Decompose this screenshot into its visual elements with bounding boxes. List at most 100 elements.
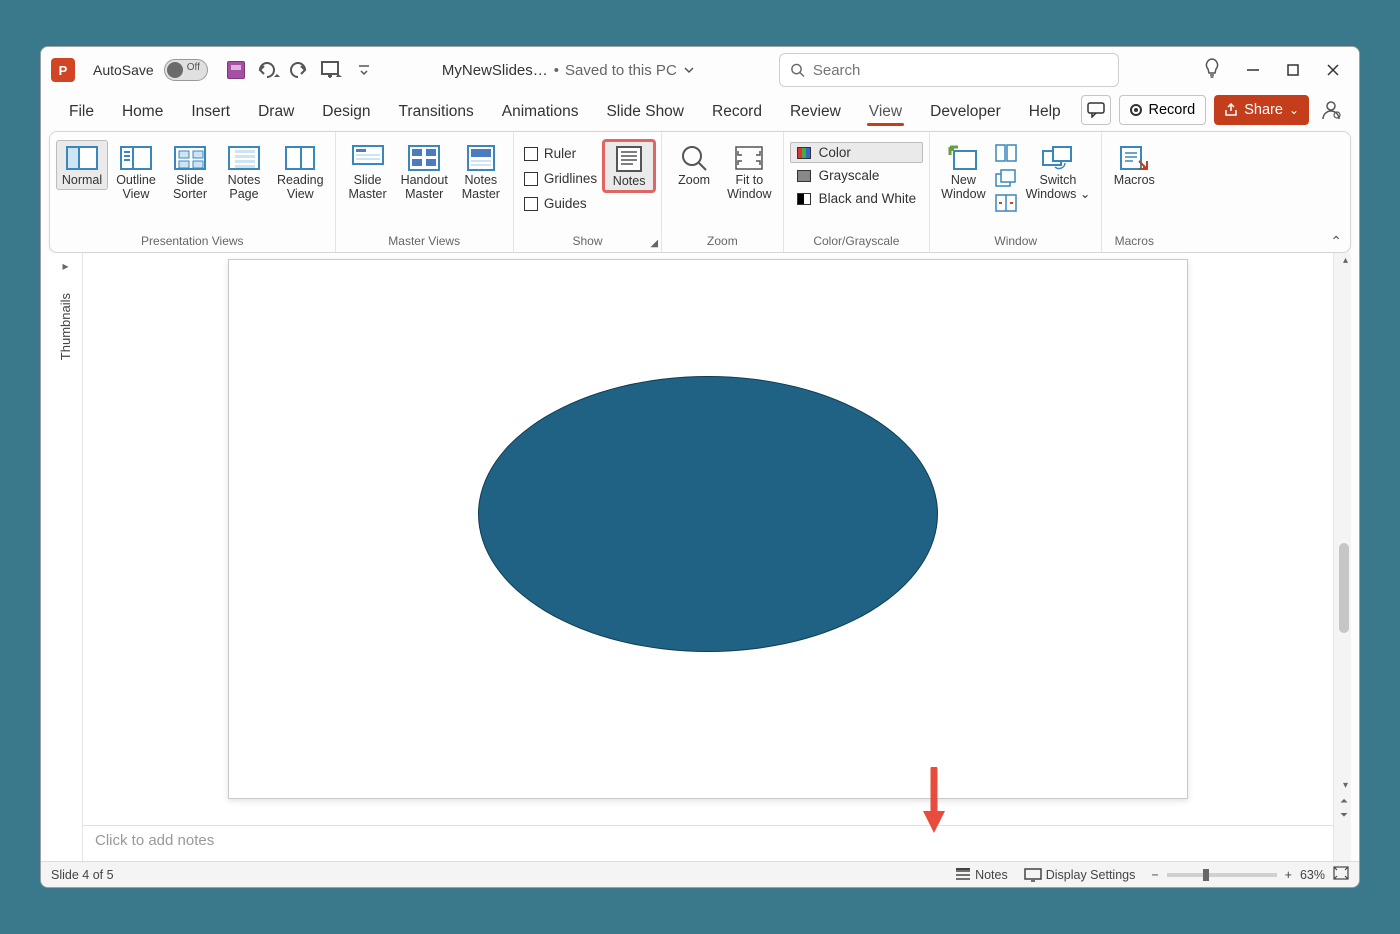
ellipse-shape[interactable] [478, 376, 938, 652]
group-presentation-views: Normal OutlineView SlideSorter NotesPage… [50, 132, 336, 252]
zoom-percent[interactable]: 63% [1300, 868, 1325, 882]
tips-button[interactable] [1203, 58, 1221, 83]
color-swatch-icon [797, 147, 811, 159]
lightbulb-icon [1203, 58, 1221, 78]
save-button[interactable] [222, 56, 250, 84]
notes-button[interactable]: Notes [603, 140, 655, 192]
fit-window-icon [734, 145, 764, 171]
cascade-button[interactable] [995, 169, 1017, 192]
tab-review[interactable]: Review [776, 97, 855, 131]
checkbox-icon [524, 172, 538, 186]
gridlines-checkbox[interactable]: Gridlines [520, 167, 601, 190]
record-button[interactable]: Record [1119, 95, 1206, 125]
notes-master-button[interactable]: NotesMaster [455, 140, 507, 204]
tab-animations[interactable]: Animations [488, 97, 593, 131]
outline-view-icon [120, 146, 152, 170]
zoom-icon [680, 144, 708, 172]
close-button[interactable] [1325, 62, 1341, 78]
slide[interactable] [228, 259, 1188, 799]
prev-slide-button[interactable]: ⏶ [1340, 796, 1348, 807]
slide-master-button[interactable]: SlideMaster [342, 140, 394, 204]
scrollbar-thumb[interactable] [1339, 543, 1349, 633]
person-icon [1320, 99, 1342, 121]
chevron-down-icon[interactable] [683, 64, 695, 76]
autosave-toggle[interactable]: Off [164, 59, 208, 81]
tab-developer[interactable]: Developer [916, 97, 1015, 131]
guides-checkbox[interactable]: Guides [520, 192, 601, 215]
zoom-button[interactable]: Zoom [668, 140, 720, 190]
tab-help[interactable]: Help [1015, 97, 1075, 131]
from-beginning-button[interactable] [318, 56, 346, 84]
notes-pane[interactable]: Click to add notes [83, 825, 1333, 861]
slide-counter[interactable]: Slide 4 of 5 [51, 868, 955, 882]
group-label: Color/Grayscale [813, 234, 899, 252]
qat-customize-button[interactable] [350, 56, 378, 84]
handout-master-button[interactable]: HandoutMaster [396, 140, 453, 204]
tab-home[interactable]: Home [108, 97, 177, 131]
comments-button[interactable] [1081, 95, 1111, 125]
minimize-button[interactable] [1245, 62, 1261, 78]
zoom-in-button[interactable]: + [1285, 868, 1292, 882]
tab-record[interactable]: Record [698, 97, 776, 131]
saved-location[interactable]: Saved to this PC [565, 62, 677, 79]
redo-icon [290, 60, 310, 80]
notes-page-icon [228, 146, 260, 170]
slide-sorter-button[interactable]: SlideSorter [164, 140, 216, 204]
scroll-up-button[interactable]: ▴ [1343, 255, 1348, 266]
share-button[interactable]: Share [1214, 95, 1309, 125]
undo-button[interactable] [254, 56, 282, 84]
fit-to-window-status-button[interactable] [1333, 866, 1349, 883]
close-icon [1326, 63, 1340, 77]
account-button[interactable] [1317, 96, 1345, 124]
search-box[interactable] [779, 53, 1119, 87]
next-slide-button[interactable]: ⏷ [1340, 810, 1348, 821]
window-controls [1245, 62, 1341, 78]
ribbon-tabs: File Home Insert Draw Design Transitions… [41, 93, 1359, 131]
arrange-all-button[interactable] [995, 144, 1017, 167]
fit-to-window-button[interactable]: Fit toWindow [722, 140, 776, 204]
display-settings-button[interactable]: Display Settings [1024, 868, 1136, 882]
outline-view-button[interactable]: OutlineView [110, 140, 162, 204]
present-icon [320, 60, 344, 80]
arrange-icon [995, 144, 1017, 162]
zoom-slider[interactable] [1167, 873, 1277, 877]
title-bar: P AutoSave Off MyNewSlides… • Saved to t… [41, 47, 1359, 93]
new-window-button[interactable]: NewWindow [936, 140, 990, 204]
move-split-button[interactable] [995, 194, 1017, 217]
reading-view-button[interactable]: ReadingView [272, 140, 329, 204]
switch-windows-button[interactable]: SwitchWindows ⌄ [1021, 140, 1096, 204]
notes-page-button[interactable]: NotesPage [218, 140, 270, 204]
maximize-button[interactable] [1285, 62, 1301, 78]
group-color-grayscale: Color Grayscale Black and White Color/Gr… [784, 132, 931, 252]
document-filename[interactable]: MyNewSlides… [442, 62, 548, 79]
redo-button[interactable] [286, 56, 314, 84]
tab-design[interactable]: Design [308, 97, 384, 131]
scroll-down-button[interactable]: ▾ [1343, 780, 1348, 791]
tab-file[interactable]: File [55, 97, 108, 131]
chevron-down-icon [358, 64, 370, 76]
tab-slideshow[interactable]: Slide Show [592, 97, 698, 131]
collapse-ribbon-button[interactable]: ⌃ [1330, 233, 1342, 250]
tab-view[interactable]: View [855, 97, 916, 131]
zoom-control: − + 63% [1151, 866, 1349, 883]
black-white-option[interactable]: Black and White [790, 188, 924, 209]
expand-thumbnails-button[interactable]: ▸ [62, 259, 68, 273]
show-dialog-launcher[interactable]: ◢ [650, 238, 658, 249]
search-input[interactable] [813, 62, 1108, 79]
tab-transitions[interactable]: Transitions [385, 97, 488, 131]
document-area: ▸ Thumbnails Click to add notes ▴ ▾ ⏶ ⏷ [49, 253, 1351, 861]
vertical-scrollbar[interactable]: ▴ ▾ ⏶ ⏷ [1333, 253, 1351, 861]
ruler-checkbox[interactable]: Ruler [520, 142, 601, 165]
display-icon [1024, 868, 1042, 882]
autosave-label: AutoSave [93, 62, 154, 78]
macros-button[interactable]: Macros [1108, 140, 1160, 190]
slide-canvas[interactable] [83, 253, 1333, 825]
status-notes-button[interactable]: Notes [955, 868, 1008, 882]
grayscale-option[interactable]: Grayscale [790, 165, 924, 186]
new-window-icon [948, 145, 978, 171]
zoom-out-button[interactable]: − [1151, 868, 1158, 882]
normal-view-button[interactable]: Normal [56, 140, 108, 190]
color-option[interactable]: Color [790, 142, 924, 163]
tab-insert[interactable]: Insert [177, 97, 244, 131]
tab-draw[interactable]: Draw [244, 97, 308, 131]
